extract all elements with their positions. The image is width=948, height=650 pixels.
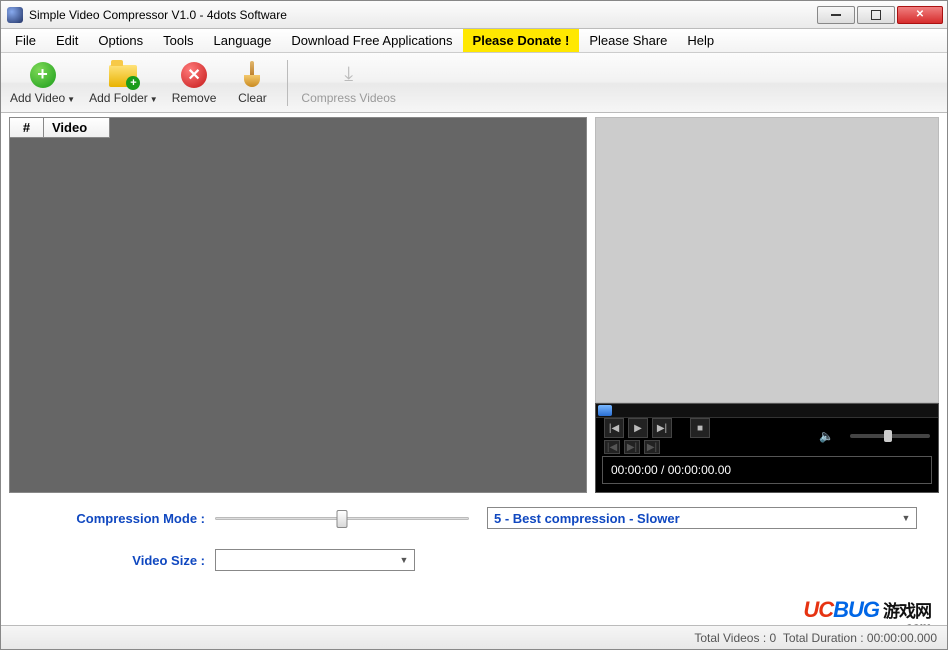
menu-options[interactable]: Options	[88, 29, 153, 52]
add-folder-label: Add Folder	[89, 91, 148, 105]
play-button[interactable]: ▶	[628, 418, 648, 438]
menu-bar: File Edit Options Tools Language Downloa…	[1, 29, 947, 53]
remove-icon: ✕	[180, 61, 208, 89]
video-size-select[interactable]: ▼	[215, 549, 415, 571]
seek-thumb[interactable]	[598, 405, 612, 416]
player-time: 00:00:00 / 00:00:00.00	[602, 456, 932, 484]
dropdown-icon: ▼	[67, 95, 75, 104]
toolbar-separator	[287, 60, 288, 106]
total-duration-value: 00:00:00.000	[867, 631, 937, 645]
remove-button[interactable]: ✕ Remove	[165, 56, 224, 110]
seek-bar[interactable]	[596, 404, 938, 418]
step-back-button[interactable]: |◀	[604, 440, 620, 454]
menu-donate[interactable]: Please Donate !	[463, 29, 580, 52]
menu-help[interactable]: Help	[677, 29, 724, 52]
maximize-button[interactable]	[857, 6, 895, 24]
column-video[interactable]: Video	[44, 118, 110, 138]
preview-canvas	[595, 117, 939, 403]
compression-mode-select[interactable]: 5 - Best compression - Slower ▼	[487, 507, 917, 529]
compress-icon: ⤓	[335, 61, 363, 89]
dropdown-icon: ▼	[150, 95, 158, 104]
next-button[interactable]: ▶|	[652, 418, 672, 438]
app-icon	[7, 7, 23, 23]
menu-share[interactable]: Please Share	[579, 29, 677, 52]
compress-videos-button: ⤓ Compress Videos	[294, 56, 403, 110]
compression-mode-label: Compression Mode :	[51, 511, 215, 526]
chevron-down-icon: ▼	[898, 510, 914, 526]
window-title: Simple Video Compressor V1.0 - 4dots Sof…	[29, 8, 815, 22]
menu-language[interactable]: Language	[204, 29, 282, 52]
main-area: # Video |◀ ▶ ▶| ■ |◀	[1, 113, 947, 493]
menu-edit[interactable]: Edit	[46, 29, 88, 52]
plus-icon	[29, 61, 57, 89]
folder-plus-icon	[109, 61, 137, 89]
player-buttons: |◀ ▶ ▶| ■ |◀ ▶| ▶| 🔈	[596, 418, 938, 454]
menu-file[interactable]: File	[5, 29, 46, 52]
menu-tools[interactable]: Tools	[153, 29, 203, 52]
video-list[interactable]: # Video	[9, 117, 587, 493]
preview-pane: |◀ ▶ ▶| ■ |◀ ▶| ▶| 🔈	[595, 117, 939, 493]
compress-label: Compress Videos	[301, 91, 396, 105]
slider-thumb[interactable]	[337, 510, 348, 528]
broom-icon	[238, 61, 266, 89]
clear-button[interactable]: Clear	[223, 56, 281, 110]
toolbar: Add Video▼ Add Folder▼ ✕ Remove Clear ⤓ …	[1, 53, 947, 113]
compression-mode-row: Compression Mode : 5 - Best compression …	[51, 507, 919, 529]
volume-icon: 🔈	[819, 429, 834, 443]
add-video-button[interactable]: Add Video▼	[3, 56, 82, 110]
window-controls	[815, 6, 943, 24]
title-bar: Simple Video Compressor V1.0 - 4dots Sof…	[1, 1, 947, 29]
video-size-row: Video Size : ▼	[51, 549, 919, 571]
prev-button[interactable]: |◀	[604, 418, 624, 438]
chevron-down-icon: ▼	[396, 552, 412, 568]
player-controls-panel: |◀ ▶ ▶| ■ |◀ ▶| ▶| 🔈	[595, 403, 939, 493]
video-size-label: Video Size :	[51, 553, 215, 568]
status-bar: Total Videos : 0 Total Duration : 00:00:…	[1, 625, 947, 649]
minimize-button[interactable]	[817, 6, 855, 24]
total-videos-label: Total Videos :	[694, 631, 766, 645]
column-number[interactable]: #	[10, 118, 44, 138]
settings-form: Compression Mode : 5 - Best compression …	[1, 493, 947, 571]
total-videos-value: 0	[770, 631, 777, 645]
volume-slider[interactable]	[850, 434, 930, 438]
compression-mode-value: 5 - Best compression - Slower	[494, 511, 680, 526]
add-folder-button[interactable]: Add Folder▼	[82, 56, 165, 110]
add-video-label: Add Video	[10, 91, 65, 105]
step-fwd-button[interactable]: ▶|	[624, 440, 640, 454]
step-fwd2-button[interactable]: ▶|	[644, 440, 660, 454]
menu-download[interactable]: Download Free Applications	[281, 29, 462, 52]
total-duration-label: Total Duration :	[783, 631, 864, 645]
clear-label: Clear	[238, 91, 267, 105]
compression-slider[interactable]	[215, 508, 469, 528]
remove-label: Remove	[172, 91, 217, 105]
volume-thumb[interactable]	[884, 430, 892, 442]
video-list-header: # Video	[10, 118, 110, 138]
close-button[interactable]	[897, 6, 943, 24]
stop-button[interactable]: ■	[690, 418, 710, 438]
